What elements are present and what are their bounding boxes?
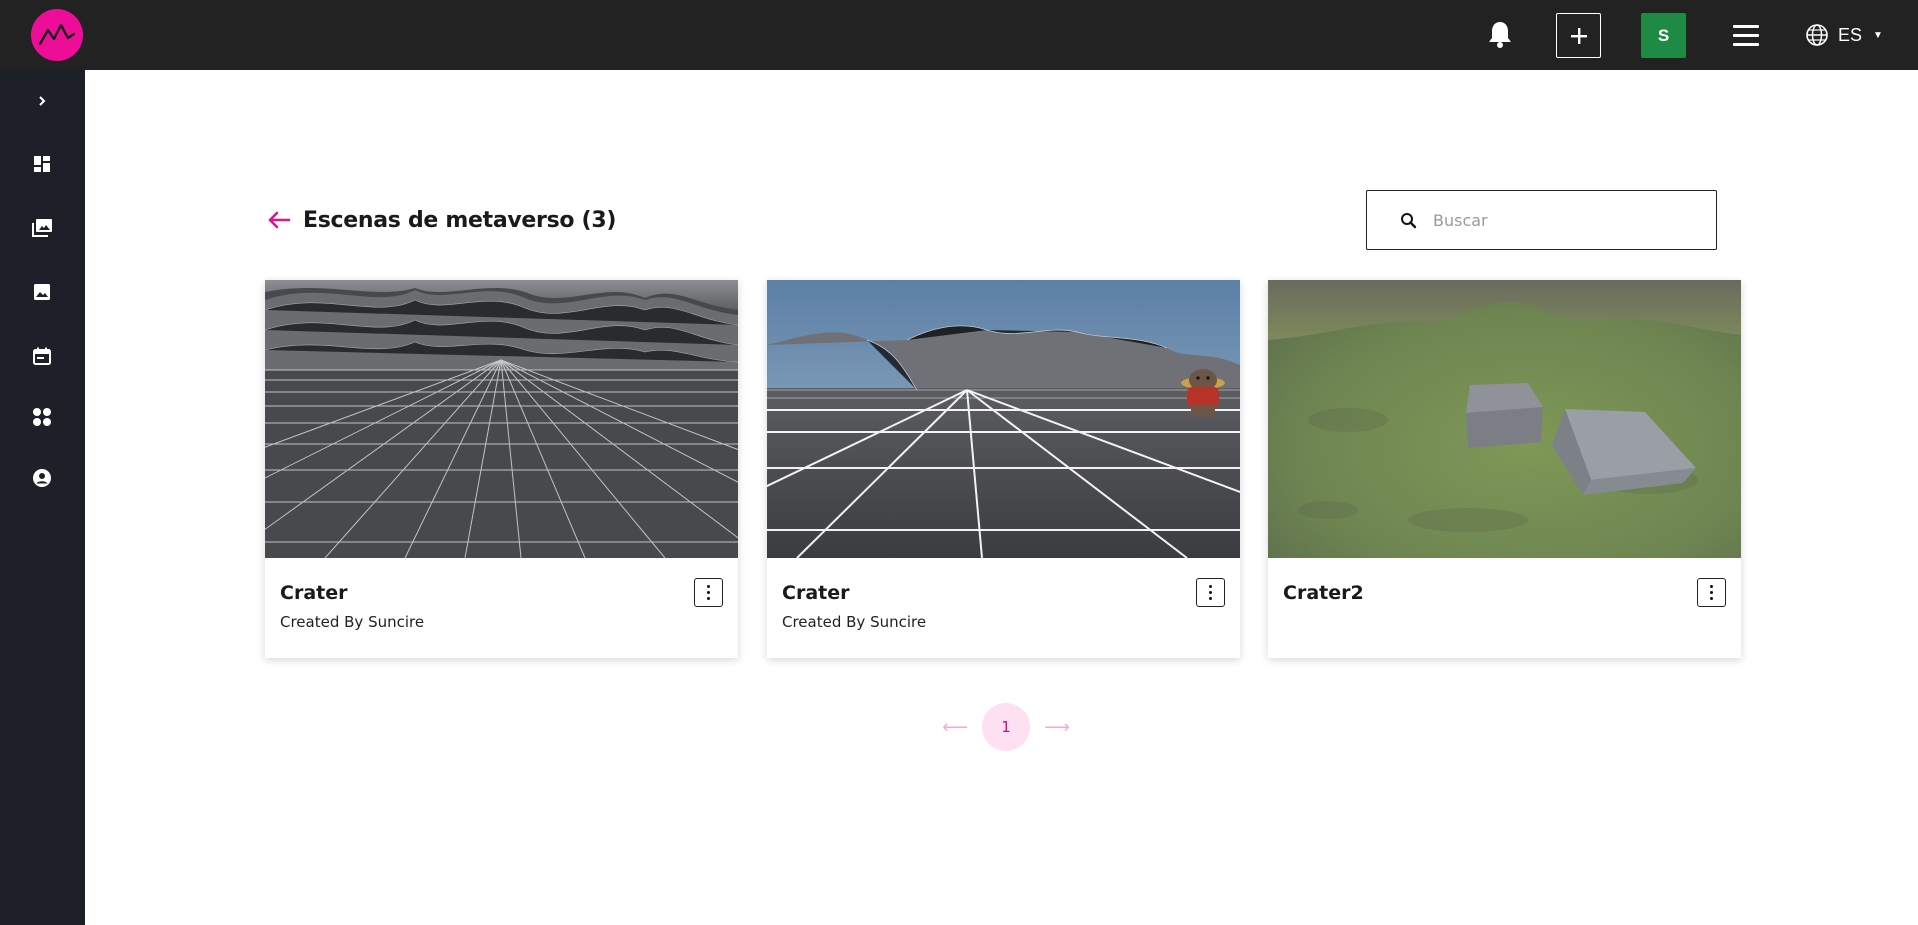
language-label: ES: [1838, 24, 1863, 45]
scene-card[interactable]: Crater2: [1268, 280, 1741, 658]
hamburger-menu-button[interactable]: [1731, 20, 1761, 50]
dot: [707, 585, 710, 588]
scene-thumbnail[interactable]: [265, 280, 738, 558]
menu-line: [1733, 33, 1759, 37]
apps-icon[interactable]: [26, 401, 58, 433]
dot: [1209, 591, 1212, 594]
menu-line: [1733, 42, 1759, 46]
chevron-right-icon[interactable]: [26, 85, 58, 117]
menu-line: [1733, 24, 1759, 28]
photo-library-icon[interactable]: [26, 212, 58, 244]
image-icon[interactable]: [26, 276, 58, 308]
search-icon: [1401, 212, 1417, 228]
dot: [1710, 585, 1713, 588]
previous-page-arrow-icon[interactable]: ⟵: [930, 703, 980, 751]
more-options-button[interactable]: [694, 578, 723, 607]
logo-icon[interactable]: [31, 9, 83, 61]
search-box[interactable]: [1366, 190, 1717, 250]
caret-down-icon: ▼: [1873, 29, 1883, 41]
globe-icon: [1806, 24, 1828, 46]
scene-name[interactable]: Crater: [782, 582, 849, 604]
scene-name[interactable]: Crater: [280, 582, 347, 604]
scene-name[interactable]: Crater2: [1283, 582, 1364, 604]
next-page-arrow-icon[interactable]: ⟶: [1032, 703, 1082, 751]
pagination: ⟵ 1 ⟶: [930, 703, 1082, 751]
language-selector[interactable]: ES ▼: [1805, 19, 1883, 51]
block-left: [1466, 383, 1543, 448]
dot: [1710, 591, 1713, 594]
dashboard-icon[interactable]: [26, 148, 58, 180]
page-title: Escenas de metaverso (3): [303, 207, 617, 233]
scene-thumbnail[interactable]: [1268, 280, 1741, 558]
more-options-button[interactable]: [1697, 578, 1726, 607]
scene-thumbnail[interactable]: [767, 280, 1240, 558]
dot: [707, 591, 710, 594]
user-avatar-button[interactable]: S: [1641, 13, 1686, 58]
sidebar: [0, 70, 85, 925]
page-header: Escenas de metaverso (3): [265, 201, 616, 239]
notifications-bell-icon[interactable]: [1484, 18, 1516, 50]
search-input[interactable]: [1433, 210, 1693, 230]
account-circle-icon[interactable]: [26, 462, 58, 494]
more-options-button[interactable]: [1196, 578, 1225, 607]
dot: [1710, 597, 1713, 600]
page-number-button[interactable]: 1: [982, 703, 1030, 751]
top-bar: S ES ▼: [0, 0, 1918, 70]
dot: [1209, 597, 1212, 600]
scene-card[interactable]: Crater Created By Suncire: [767, 280, 1240, 658]
dot: [1209, 585, 1212, 588]
scene-card[interactable]: Crater Created By Suncire: [265, 280, 738, 658]
calendar-icon[interactable]: [26, 340, 58, 372]
plus-icon: [1570, 27, 1587, 44]
create-button[interactable]: [1556, 13, 1601, 58]
dot: [707, 597, 710, 600]
scene-creator: Created By Suncire: [280, 613, 425, 631]
scene-creator: Created By Suncire: [782, 613, 927, 631]
back-arrow-icon[interactable]: [265, 206, 293, 234]
